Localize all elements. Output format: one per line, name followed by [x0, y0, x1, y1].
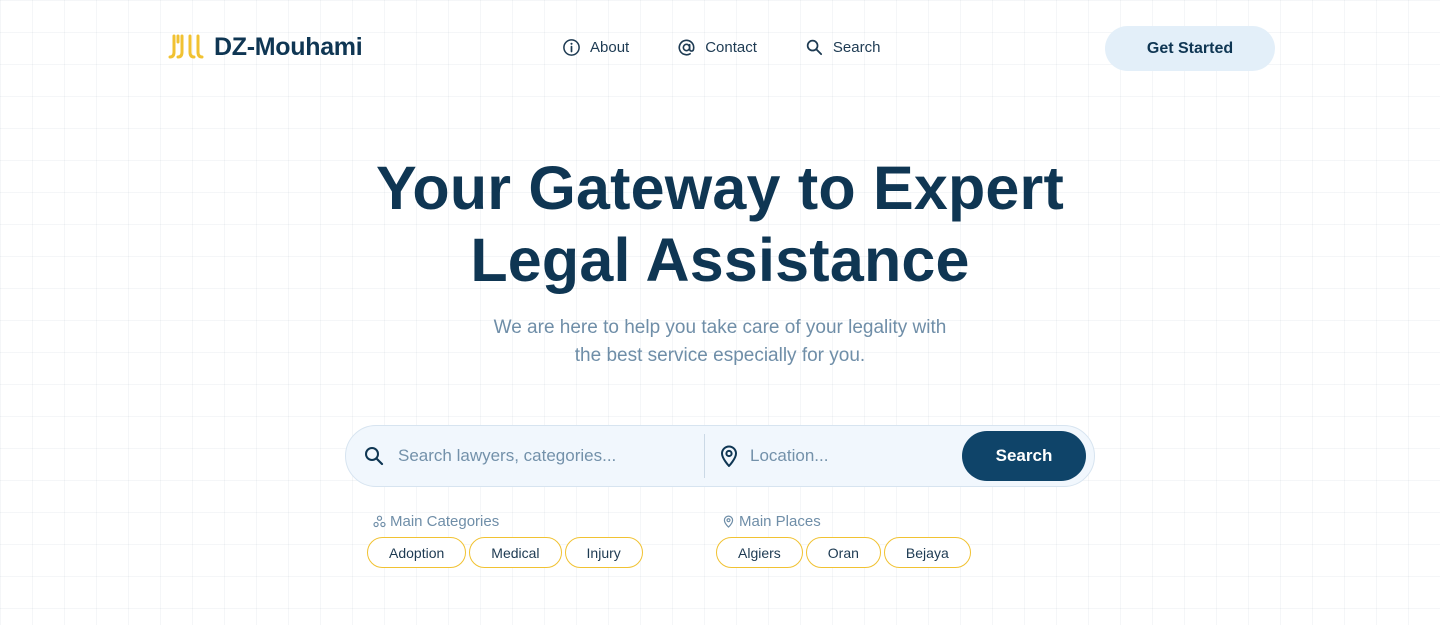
hero-subtitle: We are here to help you take care of you… [420, 314, 1020, 370]
brand-name: DZ-Mouhami [214, 32, 363, 61]
category-chip-adoption[interactable]: Adoption [367, 537, 467, 568]
categories-icon [373, 515, 386, 527]
site-header: DZ-Mouhami About Contact Search Get Star… [0, 0, 1440, 100]
at-icon [678, 39, 695, 56]
hero-subtitle-line1: We are here to help you take care of you… [493, 317, 947, 338]
place-chip-algiers[interactable]: Algiers [716, 537, 803, 568]
search-input[interactable] [398, 440, 698, 472]
main-categories: Main Categories Adoption Medical Injury [367, 511, 643, 568]
nav-search[interactable]: Search [805, 38, 881, 57]
category-chip-medical[interactable]: Medical [469, 537, 562, 568]
map-pin-icon [723, 515, 734, 528]
nav-about-label: About [590, 39, 630, 56]
nav-contact-label: Contact [705, 39, 757, 56]
brand-logo[interactable]: DZ-Mouhami [168, 32, 363, 62]
nav-contact[interactable]: Contact [677, 38, 757, 57]
main-categories-label: Main Categories [390, 512, 500, 530]
nav-search-label: Search [832, 39, 881, 56]
main-places: Main Places Algiers Oran Bejaya [716, 511, 971, 568]
hero-subtitle-line2: the best service especially for you. [574, 345, 866, 366]
search-button[interactable]: Search [962, 431, 1086, 481]
search-icon [806, 39, 822, 56]
scales-logo-icon [168, 34, 204, 59]
main-categories-heading: Main Categories [373, 511, 643, 531]
map-pin-icon [718, 444, 740, 468]
search-divider [704, 434, 705, 478]
place-chip-oran[interactable]: Oran [805, 537, 881, 568]
main-nav: About Contact Search [562, 38, 880, 57]
hero-title-line2: Legal Assistance [470, 226, 970, 294]
category-chips: Adoption Medical Injury [367, 537, 643, 568]
place-chip-bejaya[interactable]: Bejaya [883, 537, 971, 568]
category-chip-injury[interactable]: Injury [564, 537, 643, 568]
place-chips: Algiers Oran Bejaya [716, 537, 971, 568]
get-started-button[interactable]: Get Started [1105, 26, 1275, 71]
nav-about[interactable]: About [562, 38, 629, 57]
main-places-label: Main Places [739, 512, 821, 530]
hero-title-line1: Your Gateway to Expert [376, 154, 1064, 222]
main-places-heading: Main Places [722, 511, 971, 531]
search-icon [363, 445, 385, 467]
info-icon [563, 39, 580, 56]
location-input[interactable] [750, 440, 950, 472]
search-bar: Search [345, 425, 1095, 487]
hero-title: Your Gateway to Expert Legal Assistance [220, 152, 1220, 296]
